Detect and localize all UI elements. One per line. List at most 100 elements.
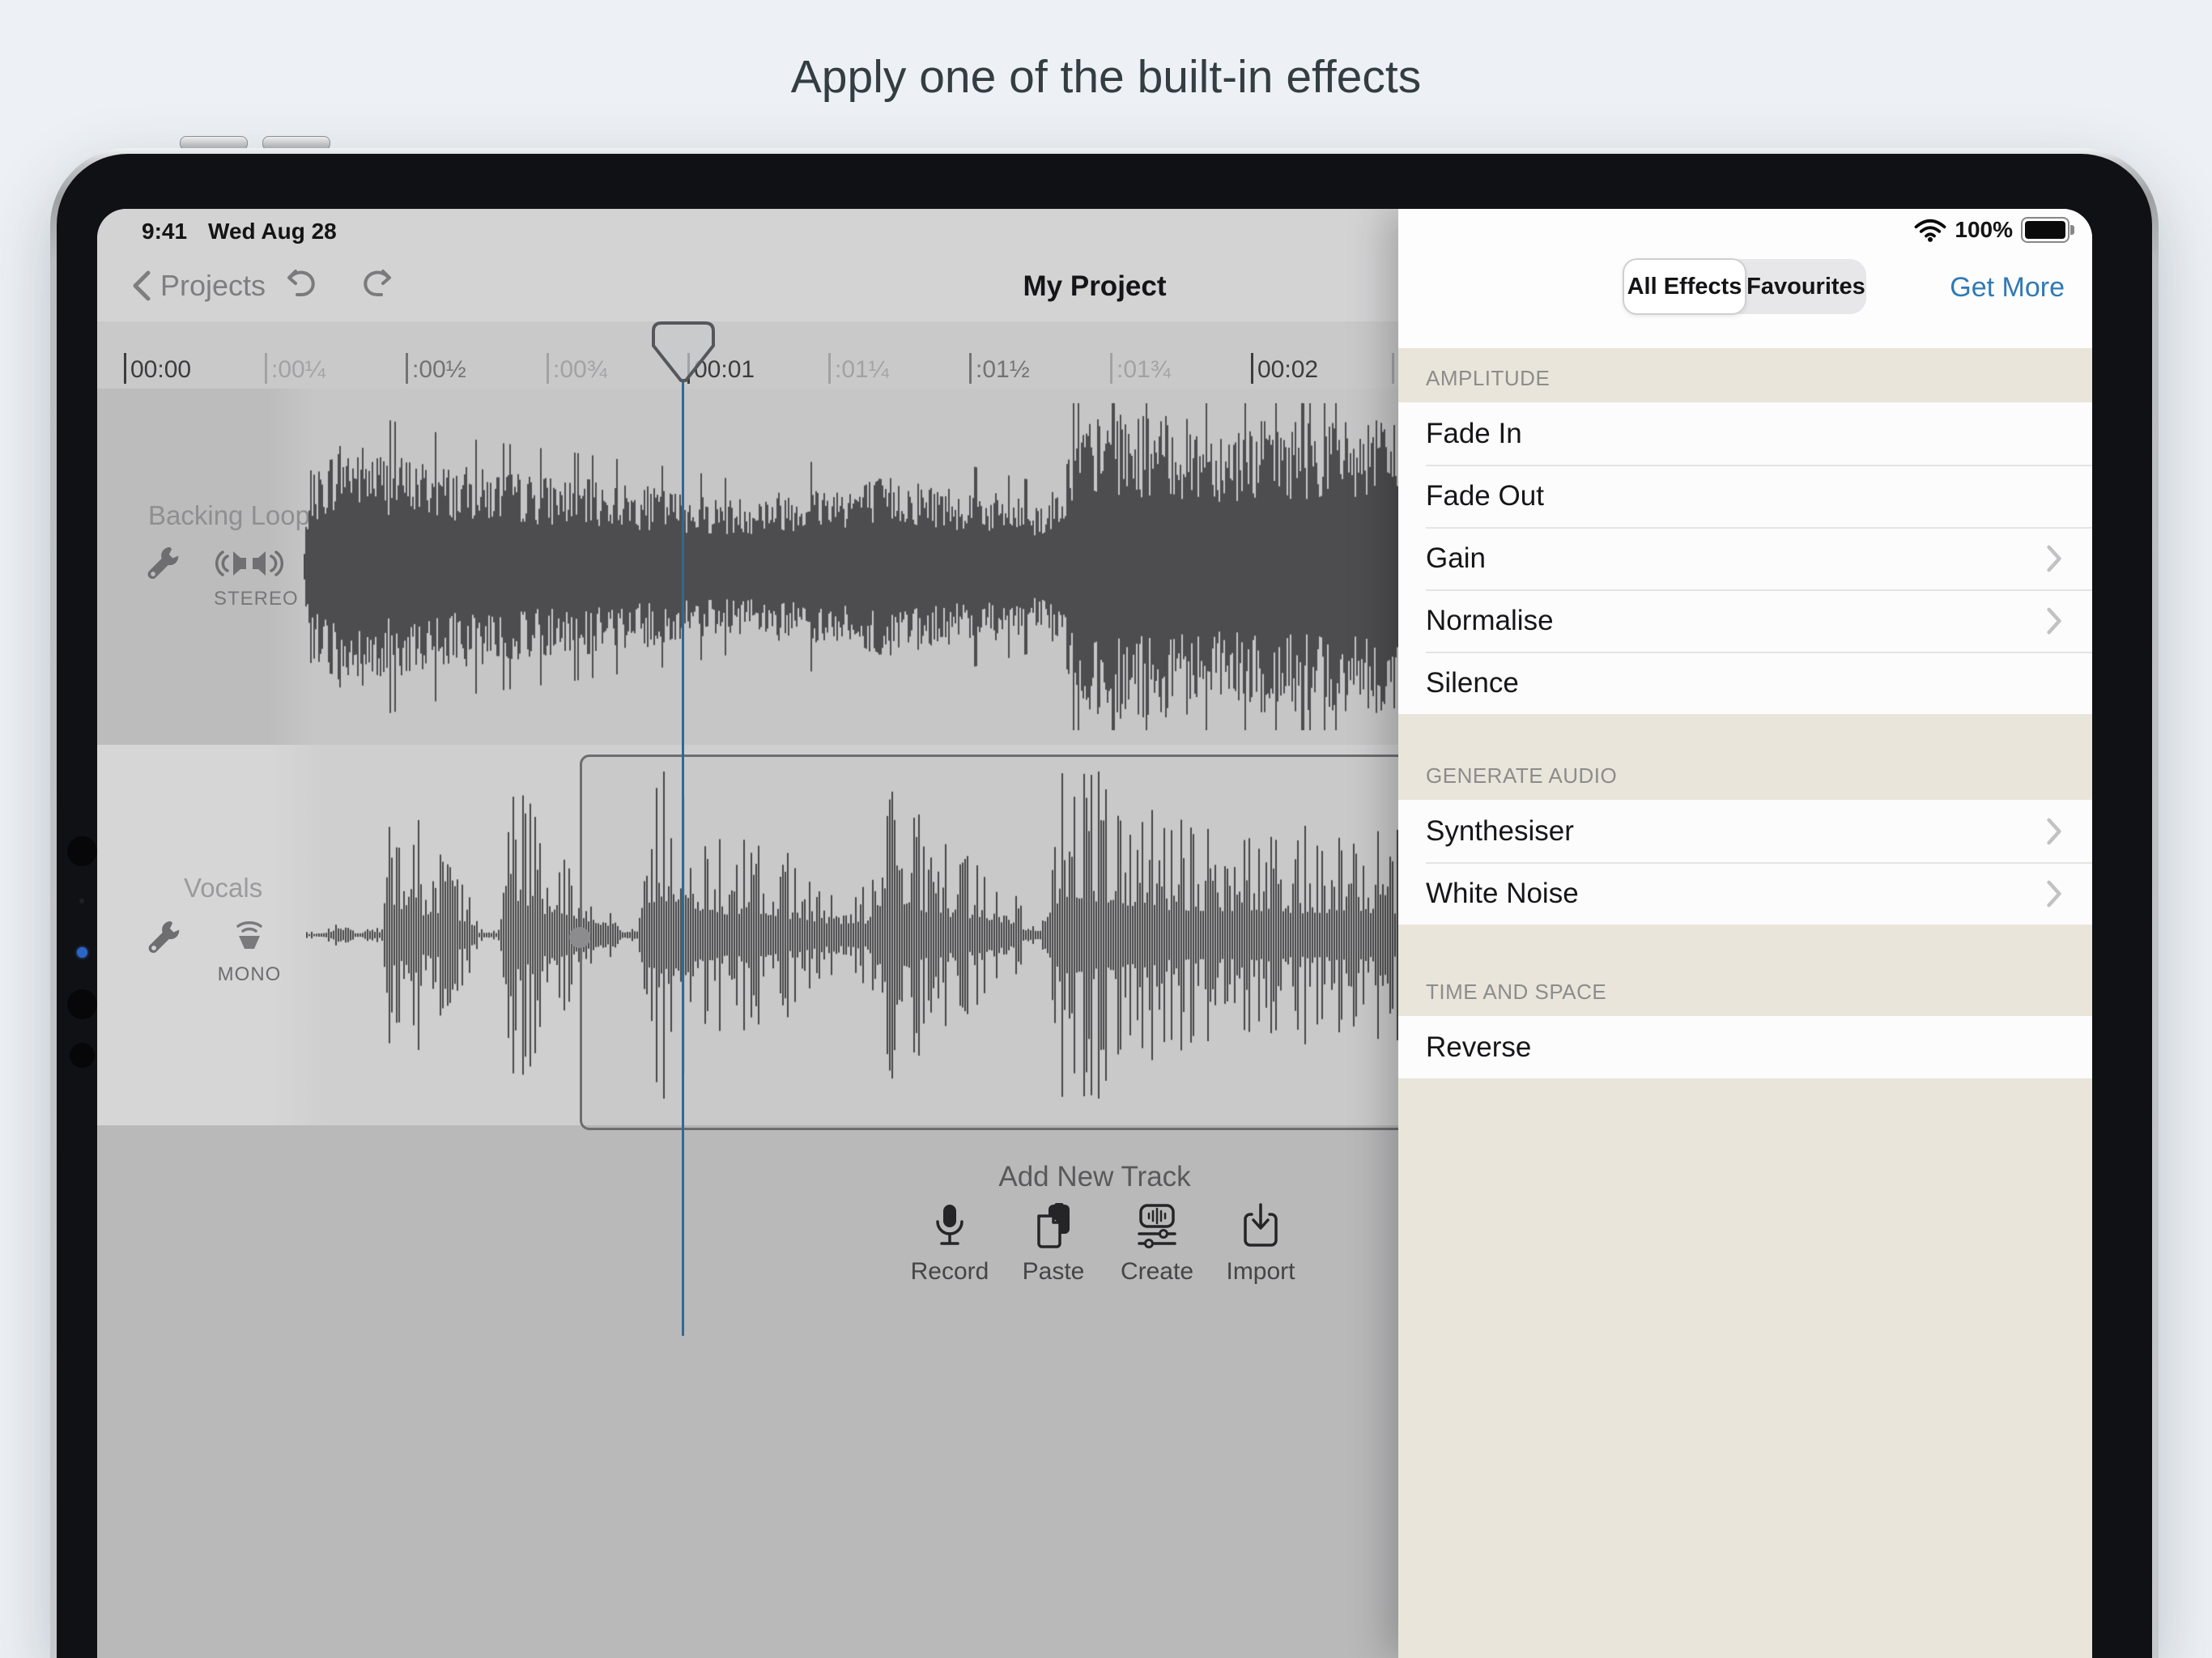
create-button[interactable]: Create — [1105, 1201, 1209, 1286]
bezel-sensor-dot — [70, 1043, 95, 1068]
get-more-link[interactable]: Get More — [1950, 272, 2065, 304]
tick-mark — [124, 353, 126, 384]
effect-row-synthesiser[interactable]: Synthesiser — [1398, 800, 2092, 862]
marketing-page: Apply one of the built-in effects 9:41 We… — [0, 0, 2212, 1658]
mono-speaker-icon[interactable] — [232, 918, 267, 954]
effect-row-white-noise[interactable]: White Noise — [1398, 862, 2092, 925]
effect-label: Normalise — [1426, 605, 1554, 637]
bezel-mic-dot — [79, 899, 84, 903]
tab-all-effects[interactable]: All Effects — [1623, 258, 1746, 315]
bezel-camera-dot — [67, 836, 97, 866]
paste-button[interactable]: Paste — [1002, 1201, 1105, 1286]
add-button-label: Paste — [1023, 1258, 1085, 1286]
import-button[interactable]: Import — [1209, 1201, 1312, 1286]
ruler-tick-00: :00½ — [406, 351, 466, 384]
effect-label: Fade In — [1426, 418, 1522, 450]
effect-label: Silence — [1426, 667, 1519, 699]
ruler-tick-01: :01¼ — [828, 351, 889, 384]
effect-label: Reverse — [1426, 1031, 1531, 1064]
row-separator — [1426, 527, 2092, 529]
section-header-time-and-space: TIME AND SPACE — [1398, 925, 2092, 1016]
tick-label: :00¾ — [553, 358, 607, 384]
chevron-right-icon — [2045, 817, 2063, 846]
row-separator — [1426, 589, 2092, 591]
tick-mark — [828, 353, 831, 384]
tick-label: :01¼ — [835, 358, 889, 384]
microphone-icon — [931, 1201, 968, 1252]
battery-percent: 100% — [1955, 217, 2013, 243]
tick-mark — [1110, 353, 1112, 384]
row-separator — [1426, 862, 2092, 864]
tick-mark — [406, 353, 408, 384]
add-button-label: Import — [1226, 1258, 1295, 1286]
effect-row-reverse[interactable]: Reverse — [1398, 1016, 2092, 1078]
section-header-label: TIME AND SPACE — [1426, 980, 1606, 1005]
ipad-screen: 9:41Wed Aug 28 My Project Projects 00:00… — [97, 209, 2092, 1658]
row-separator — [1426, 465, 2092, 466]
undo-icon[interactable] — [282, 267, 321, 301]
tick-mark — [969, 353, 972, 384]
tick-label: 00:02 — [1257, 358, 1318, 384]
chevron-left-icon — [131, 270, 152, 302]
track-name: Backing Loop — [148, 500, 310, 531]
tab-favourites[interactable]: Favourites — [1746, 259, 1866, 314]
status-date: Wed Aug 28 — [208, 219, 337, 244]
audio-selection-box[interactable] — [580, 755, 1425, 1130]
battery-icon — [2021, 217, 2069, 243]
back-to-projects-button[interactable]: Projects — [131, 269, 266, 303]
status-time: 9:41 — [142, 219, 187, 244]
track-mode-label: MONO — [213, 963, 286, 986]
effect-row-normalise[interactable]: Normalise — [1398, 589, 2092, 652]
selection-left-handle[interactable] — [569, 927, 590, 948]
ruler-tick-00-02: 00:02 — [1251, 351, 1318, 384]
section-header-label: GENERATE AUDIO — [1426, 763, 1617, 789]
chevron-right-icon — [2045, 544, 2063, 573]
record-button[interactable]: Record — [898, 1201, 1002, 1286]
back-label: Projects — [160, 269, 266, 303]
add-button-label: Record — [911, 1258, 989, 1286]
wrench-icon[interactable] — [144, 544, 181, 585]
track-header — [97, 745, 324, 1125]
effects-tabs: All EffectsFavourites — [1623, 259, 1866, 314]
effect-label: Synthesiser — [1426, 815, 1574, 848]
ruler-tick-01: :01¾ — [1110, 351, 1171, 384]
tick-label: :00¼ — [271, 358, 325, 384]
tick-mark — [1251, 353, 1253, 384]
effect-label: Gain — [1426, 542, 1486, 575]
row-separator — [1426, 652, 2092, 653]
track-mode-label: STEREO — [214, 588, 287, 610]
tick-label: :00½ — [412, 358, 466, 384]
paste-icon — [1032, 1201, 1074, 1252]
page-title: Apply one of the built-in effects — [0, 50, 2212, 104]
section-header-amplitude: AMPLITUDE — [1398, 348, 2092, 402]
wifi-icon — [1914, 218, 1946, 242]
pencil-charge-indicator — [77, 947, 87, 958]
import-icon — [1240, 1201, 1281, 1252]
effects-panel: 100% All EffectsFavourites Get More AMPL… — [1398, 209, 2092, 1658]
effects-panel-header: 100% All EffectsFavourites Get More — [1398, 209, 2092, 348]
create-track-icon — [1134, 1201, 1180, 1252]
backing-loop-waveform[interactable] — [304, 389, 1398, 745]
ruler-tick-00: :00¾ — [547, 351, 607, 384]
section-header-label: AMPLITUDE — [1426, 366, 1550, 391]
playhead-marker[interactable] — [651, 321, 716, 385]
ruler-tick-00: :00¼ — [265, 351, 325, 384]
redo-icon[interactable] — [358, 267, 397, 301]
ruler-tick-01: :01½ — [969, 351, 1030, 384]
tick-label: 00:00 — [130, 358, 191, 384]
effect-row-fade-out[interactable]: Fade Out — [1398, 465, 2092, 527]
section-header-generate-audio: GENERATE AUDIO — [1398, 714, 2092, 800]
effect-row-silence[interactable]: Silence — [1398, 652, 2092, 714]
chevron-right-icon — [2045, 879, 2063, 908]
effect-row-fade-in[interactable]: Fade In — [1398, 402, 2092, 465]
wrench-icon[interactable] — [145, 918, 182, 959]
stereo-speakers-icon[interactable] — [215, 547, 283, 580]
effect-label: Fade Out — [1426, 480, 1544, 512]
effect-row-gain[interactable]: Gain — [1398, 527, 2092, 589]
tick-mark — [547, 353, 549, 384]
add-button-label: Create — [1121, 1258, 1193, 1286]
tick-mark — [265, 353, 267, 384]
effects-list[interactable]: AMPLITUDE Fade In Fade Out Gain Normalise Sil… — [1398, 348, 2092, 1078]
status-bar-left: 9:41 Wed Aug 28 — [142, 219, 337, 244]
tick-label: :01½ — [976, 358, 1030, 384]
